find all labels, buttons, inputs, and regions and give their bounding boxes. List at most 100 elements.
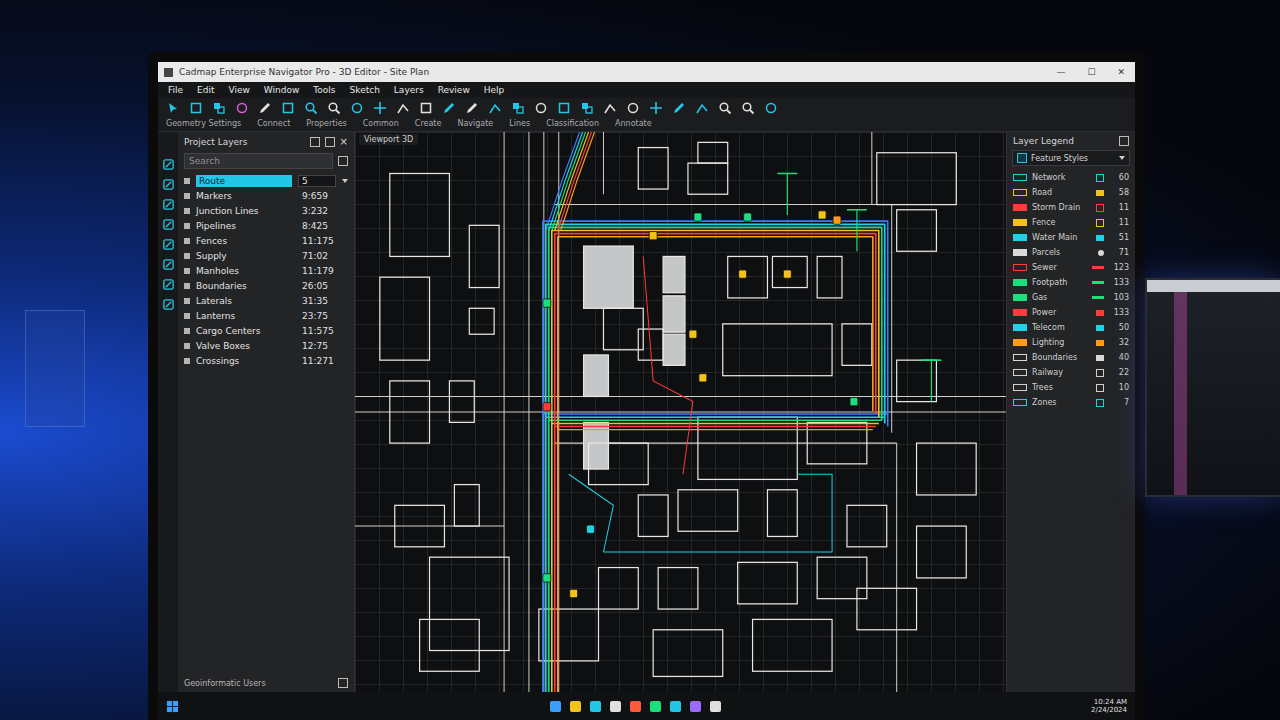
map-marker[interactable] bbox=[833, 216, 841, 224]
utility-route[interactable] bbox=[558, 132, 873, 692]
float-icon[interactable] bbox=[325, 137, 335, 147]
layer-toggle-icon[interactable] bbox=[184, 193, 190, 199]
vertex-icon[interactable] bbox=[580, 101, 594, 115]
legend-row[interactable]: Power133 bbox=[1007, 305, 1135, 320]
building[interactable] bbox=[688, 163, 728, 194]
layer-row[interactable]: Lanterns23:75 bbox=[178, 308, 354, 323]
utility-route[interactable] bbox=[549, 132, 882, 692]
building[interactable] bbox=[449, 381, 474, 422]
map-marker[interactable] bbox=[649, 232, 657, 240]
monitor-icon[interactable] bbox=[162, 258, 175, 271]
clock[interactable]: 10:24 AM2/24/2024 bbox=[1091, 698, 1127, 715]
ruler-icon[interactable] bbox=[162, 178, 175, 191]
building[interactable] bbox=[723, 324, 832, 376]
building[interactable] bbox=[539, 609, 599, 661]
layer-row[interactable]: Supply71:02 bbox=[178, 248, 354, 263]
layer-toggle-icon[interactable] bbox=[184, 208, 190, 214]
copy-icon[interactable] bbox=[212, 101, 226, 115]
layer-row[interactable]: Fences11:175 bbox=[178, 233, 354, 248]
brush-icon[interactable] bbox=[465, 101, 479, 115]
building[interactable] bbox=[653, 630, 723, 677]
taskbar-app-icon[interactable] bbox=[670, 701, 681, 712]
utility-route[interactable] bbox=[552, 132, 879, 692]
legend-row[interactable]: Railway22 bbox=[1007, 365, 1135, 380]
map-marker[interactable] bbox=[543, 574, 551, 582]
split-icon[interactable] bbox=[649, 101, 663, 115]
legend-row[interactable]: Network60 bbox=[1007, 170, 1135, 185]
map-marker[interactable] bbox=[818, 211, 826, 219]
map-marker[interactable] bbox=[587, 525, 595, 533]
taskbar-app-icon[interactable] bbox=[590, 701, 601, 712]
layer-row[interactable]: Laterals31:35 bbox=[178, 293, 354, 308]
legend-row[interactable]: Zones7 bbox=[1007, 395, 1135, 410]
building[interactable] bbox=[638, 495, 668, 536]
menu-item[interactable]: Review bbox=[438, 85, 470, 95]
layer-row[interactable]: Cargo Centers11:575 bbox=[178, 323, 354, 338]
menu-item[interactable]: Edit bbox=[197, 85, 214, 95]
map-marker[interactable] bbox=[543, 403, 551, 411]
globe-icon[interactable] bbox=[162, 298, 175, 311]
legend-row[interactable]: Boundaries40 bbox=[1007, 350, 1135, 365]
building[interactable] bbox=[847, 505, 887, 546]
menu-item[interactable]: Layers bbox=[394, 85, 424, 95]
menu-item[interactable]: Window bbox=[264, 85, 300, 95]
building[interactable] bbox=[663, 296, 685, 332]
legend-row[interactable]: Gas103 bbox=[1007, 290, 1135, 305]
legend-row[interactable]: Trees10 bbox=[1007, 380, 1135, 395]
layer-toggle-icon[interactable] bbox=[184, 268, 190, 274]
map-viewport[interactable]: Viewport 3D bbox=[355, 132, 1006, 692]
building[interactable] bbox=[430, 557, 510, 650]
building[interactable] bbox=[728, 256, 768, 297]
building[interactable] bbox=[603, 308, 643, 349]
legend-row[interactable]: Road58 bbox=[1007, 185, 1135, 200]
building[interactable] bbox=[390, 381, 430, 443]
frame-icon[interactable] bbox=[419, 101, 433, 115]
building[interactable] bbox=[469, 308, 494, 334]
building[interactable] bbox=[663, 334, 685, 365]
pan-icon[interactable] bbox=[327, 101, 341, 115]
pencil-icon[interactable] bbox=[442, 101, 456, 115]
layer-toggle-icon[interactable] bbox=[184, 358, 190, 364]
move-icon[interactable] bbox=[189, 101, 203, 115]
layer-row[interactable]: Pipelines8:425 bbox=[178, 218, 354, 233]
draw-icon[interactable] bbox=[672, 101, 686, 115]
building[interactable] bbox=[663, 256, 685, 292]
map-marker[interactable] bbox=[543, 299, 551, 307]
utility-route[interactable] bbox=[543, 132, 888, 692]
menu-item[interactable]: View bbox=[229, 85, 250, 95]
building[interactable] bbox=[584, 355, 609, 396]
map-marker[interactable] bbox=[694, 213, 702, 221]
building[interactable] bbox=[842, 324, 872, 365]
taskbar-app-icon[interactable] bbox=[690, 701, 701, 712]
map-marker[interactable] bbox=[689, 330, 697, 338]
utility-route[interactable] bbox=[555, 132, 876, 692]
layer-toggle-icon[interactable] bbox=[184, 178, 190, 184]
taskbar-app-icon[interactable] bbox=[630, 701, 641, 712]
legend-row[interactable]: Sewer123 bbox=[1007, 260, 1135, 275]
layer-row[interactable]: Valve Boxes12:75 bbox=[178, 338, 354, 353]
street-lamp-icon[interactable] bbox=[777, 173, 797, 214]
site-plan-drawing[interactable] bbox=[355, 132, 1006, 692]
map-marker[interactable] bbox=[744, 213, 752, 221]
zoom-in-icon[interactable] bbox=[718, 101, 732, 115]
building[interactable] bbox=[599, 568, 639, 609]
building[interactable] bbox=[420, 619, 480, 671]
link-icon[interactable] bbox=[162, 278, 175, 291]
zoom-out-icon[interactable] bbox=[741, 101, 755, 115]
dropdown-arrow-icon[interactable] bbox=[342, 179, 348, 183]
close-button[interactable]: × bbox=[340, 136, 348, 147]
layer-toggle-icon[interactable] bbox=[184, 223, 190, 229]
legend-row[interactable]: Fence11 bbox=[1007, 215, 1135, 230]
layer-toggle-icon[interactable] bbox=[184, 343, 190, 349]
map-marker[interactable] bbox=[570, 589, 578, 597]
building[interactable] bbox=[772, 256, 807, 287]
menu-item[interactable]: Tools bbox=[313, 85, 335, 95]
window-control-button[interactable]: ✕ bbox=[1113, 67, 1129, 77]
map-marker[interactable] bbox=[850, 397, 858, 405]
layer-row[interactable]: Junction Lines3:232 bbox=[178, 203, 354, 218]
layer-row[interactable]: Markers9:659 bbox=[178, 188, 354, 203]
layer-row[interactable]: Route5 bbox=[178, 173, 354, 188]
globe-icon[interactable] bbox=[626, 101, 640, 115]
refresh-icon[interactable] bbox=[764, 101, 778, 115]
window-control-button[interactable]: — bbox=[1052, 67, 1069, 77]
